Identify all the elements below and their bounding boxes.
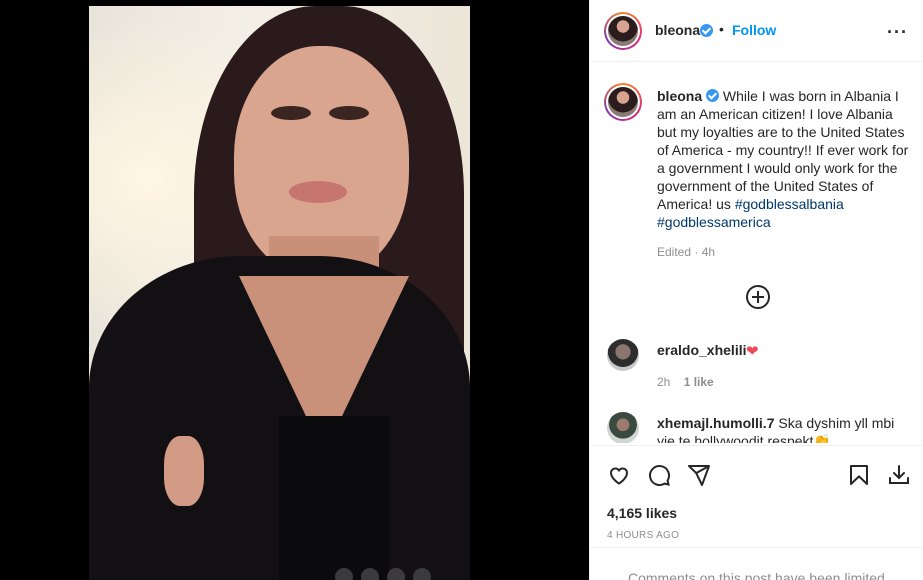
separator-dot: • — [719, 21, 724, 37]
caption-body: While I was born in Albania I am an Amer… — [657, 88, 909, 212]
edited-timestamp: Edited · 4h — [657, 245, 716, 259]
bookmark-icon — [850, 465, 868, 485]
post-time[interactable]: 4 HOURS AGO — [607, 530, 679, 541]
commenter-avatar[interactable] — [607, 412, 639, 443]
share-button[interactable] — [686, 462, 712, 488]
likes-count[interactable]: 4,165 likes — [607, 505, 677, 521]
post-side-panel: bleona • Follow ··· bleona While I was b… — [589, 0, 923, 580]
comment-body: xhemajl.humolli.7 Ska dyshim yll mbi yje… — [657, 414, 907, 443]
author-username[interactable]: bleona — [655, 22, 700, 38]
load-more-comments-icon[interactable] — [746, 285, 770, 309]
caption-username[interactable]: bleona — [657, 88, 702, 104]
comments-section[interactable]: bleona While I was born in Albania I am … — [590, 63, 923, 443]
share-icon — [688, 465, 710, 486]
post-header: bleona • Follow ··· — [590, 0, 923, 62]
media-pane — [0, 0, 589, 580]
comment-icon — [649, 465, 671, 487]
save-button[interactable] — [846, 462, 872, 488]
verified-badge-icon — [700, 24, 713, 37]
verified-badge-icon — [706, 89, 720, 102]
comment-meta: 2h 1 like — [657, 375, 714, 389]
post-actions: 4,165 likes 4 HOURS AGO Comments on this… — [590, 445, 923, 580]
commenter-avatar[interactable] — [607, 339, 639, 371]
caption-avatar[interactable] — [604, 83, 642, 121]
post-photo[interactable] — [89, 6, 470, 580]
like-button[interactable] — [606, 462, 632, 488]
download-button[interactable] — [886, 462, 912, 488]
comments-limited-text: Comments on this post have been limited. — [628, 570, 889, 580]
comment-button[interactable] — [646, 462, 672, 488]
comment-username[interactable]: xhemajl.humolli.7 — [657, 415, 774, 431]
comment-username[interactable]: eraldo_xhelili — [657, 342, 746, 358]
follow-button[interactable]: Follow — [732, 22, 776, 38]
download-icon — [889, 465, 909, 484]
heart-icon — [609, 467, 629, 485]
comment-text: ❤ — [746, 343, 759, 360]
caption-text: bleona While I was born in Albania I am … — [657, 87, 912, 231]
comments-limited-notice: Comments on this post have been limited. — [590, 547, 923, 580]
comment-time: 2h — [657, 375, 671, 389]
comment-likes[interactable]: 1 like — [684, 375, 714, 389]
author-avatar[interactable] — [604, 12, 642, 50]
more-options-icon[interactable]: ··· — [887, 22, 908, 43]
